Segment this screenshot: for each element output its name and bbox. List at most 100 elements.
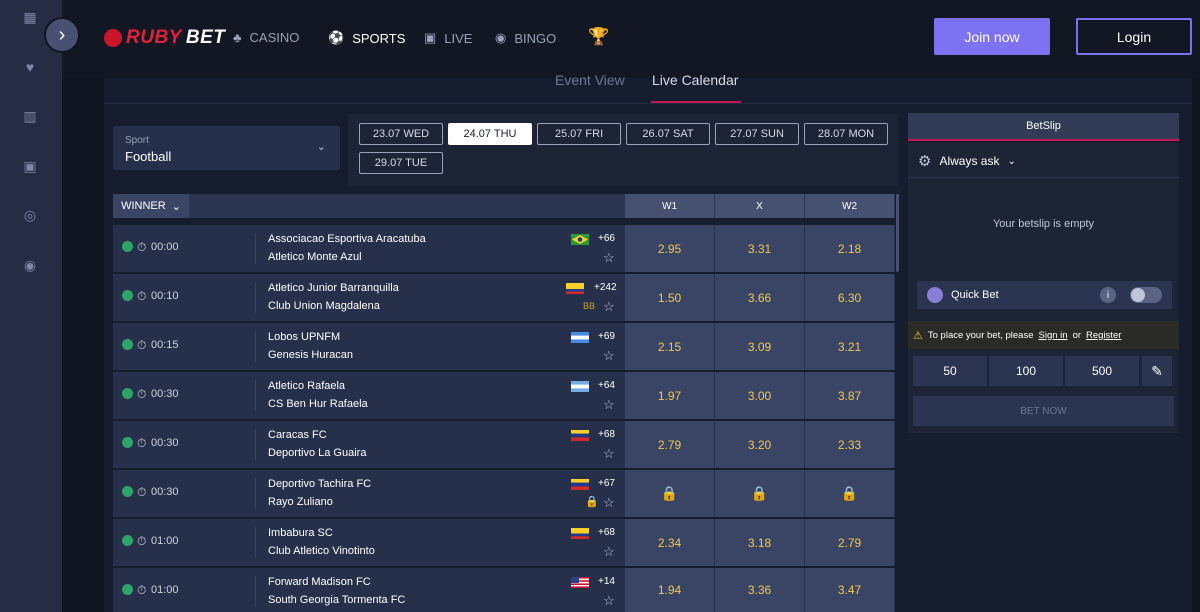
live-icon: ▣ — [424, 30, 437, 45]
table-row[interactable]: ⏱ 00:00 Associacao Esportiva Aracatuba A… — [113, 225, 895, 272]
nav-bingo[interactable]: ◉ BINGO — [495, 30, 556, 46]
away-team: Atletico Monte Azul — [268, 251, 362, 263]
odd-w1[interactable]: 2.34 — [625, 519, 714, 566]
live-icon — [122, 437, 133, 448]
rubybet-logo[interactable]: RUBY BET — [104, 27, 225, 49]
markets-count[interactable]: +69 — [598, 331, 615, 342]
info-icon[interactable]: i — [1100, 287, 1116, 303]
stake-preset-button[interactable]: 500 — [1065, 356, 1139, 386]
date-button[interactable]: 23.07 WED — [359, 123, 443, 145]
markets-count[interactable]: +68 — [598, 429, 615, 440]
login-warning: ⚠ To place your bet, please Sign in or R… — [908, 321, 1179, 349]
grid-icon[interactable]: ▦ — [21, 8, 39, 26]
table-row[interactable]: ⏱ 01:00 Forward Madison FC South Georgia… — [113, 568, 895, 612]
markets-count[interactable]: +66 — [598, 233, 615, 244]
home-team: Imbabura SC — [268, 527, 333, 539]
join-now-button[interactable]: Join now — [934, 18, 1050, 55]
stake-preset-button[interactable]: 100 — [989, 356, 1063, 386]
gift-icon[interactable]: ▣ — [21, 157, 39, 175]
table-row[interactable]: ⏱ 00:30 Atletico Rafaela CS Ben Hur Rafa… — [113, 372, 895, 419]
clock-icon: ⏱ — [137, 387, 147, 401]
odd-w2[interactable]: 6.30 — [805, 274, 894, 321]
casino-chip-icon[interactable]: ▥ — [21, 107, 39, 125]
sign-in-link[interactable]: Sign in — [1039, 330, 1068, 341]
odd-w2[interactable]: 3.47 — [805, 568, 894, 612]
odd-x[interactable]: 3.09 — [715, 323, 804, 370]
table-scrollbar[interactable] — [896, 194, 899, 272]
table-row[interactable]: ⏱ 00:10 Atletico Junior Barranquilla Clu… — [113, 274, 895, 321]
star-icon[interactable]: ☆ — [603, 250, 615, 266]
markets-count[interactable]: +64 — [598, 380, 615, 391]
sidebar-toggle-button[interactable]: › — [44, 17, 80, 53]
odd-w2[interactable]: 2.79 — [805, 519, 894, 566]
table-row[interactable]: ⏱ 00:15 Lobos UPNFM Genesis Huracan +69 … — [113, 323, 895, 370]
odd-x[interactable]: 3.66 — [715, 274, 804, 321]
home-team: Caracas FC — [268, 429, 327, 441]
odd-x[interactable]: 3.36 — [715, 568, 804, 612]
odd-w1[interactable]: 1.94 — [625, 568, 714, 612]
ruby-gem-icon — [104, 29, 122, 47]
odd-w2[interactable]: 2.18 — [805, 225, 894, 272]
star-icon[interactable]: ☆ — [603, 397, 615, 413]
odd-w2[interactable]: 3.21 — [805, 323, 894, 370]
lock-icon: 🔒 — [585, 496, 599, 508]
star-icon[interactable]: ☆ — [603, 544, 615, 560]
date-button[interactable]: 28.07 MON — [804, 123, 888, 145]
odd-x[interactable]: 3.31 — [715, 225, 804, 272]
toggle-knob — [1131, 288, 1145, 302]
nav-live[interactable]: ▣ LIVE — [424, 30, 472, 46]
odd-w1[interactable]: 2.79 — [625, 421, 714, 468]
login-button[interactable]: Login — [1076, 18, 1192, 55]
sport-select[interactable]: Sport Football ⌄ — [113, 126, 340, 170]
markets-count[interactable]: +242 — [594, 282, 617, 293]
markets-count[interactable]: +67 — [598, 478, 615, 489]
star-icon[interactable]: ☆ — [603, 348, 615, 364]
markets-count[interactable]: +68 — [598, 527, 615, 538]
date-button[interactable]: 25.07 FRI — [537, 123, 621, 145]
odd-w1[interactable]: 2.95 — [625, 225, 714, 272]
target-icon[interactable]: ◎ — [21, 206, 39, 224]
nav-casino[interactable]: ♣ CASINO — [233, 30, 299, 45]
star-icon[interactable]: ☆ — [603, 299, 615, 315]
ecuador-flag-icon — [571, 528, 589, 539]
odds-change-select[interactable]: ⚙ Always ask ⌄ — [918, 152, 1016, 170]
register-link[interactable]: Register — [1086, 330, 1121, 341]
clock-icon: ⏱ — [137, 240, 147, 254]
lock-icon: 🔒 — [840, 485, 859, 501]
tab-live-calendar[interactable]: Live Calendar — [652, 72, 738, 88]
stake-preset-button[interactable]: 50 — [913, 356, 987, 386]
table-row[interactable]: ⏱ 00:30 Deportivo Tachira FC Rayo Zulian… — [113, 470, 895, 517]
date-button[interactable]: 29.07 TUE — [359, 152, 443, 174]
column-header-w2: W2 — [805, 194, 894, 218]
date-button[interactable]: 26.07 SAT — [626, 123, 710, 145]
venezuela-flag-icon — [571, 479, 589, 490]
date-button-selected[interactable]: 24.07 THU — [448, 123, 532, 145]
nav-sports[interactable]: ⚽ SPORTS — [328, 30, 405, 46]
argentina-flag-icon — [571, 381, 589, 392]
odd-x[interactable]: 3.20 — [715, 421, 804, 468]
odd-w2[interactable]: 3.87 — [805, 372, 894, 419]
edit-stakes-icon[interactable]: ✎ — [1142, 356, 1172, 386]
trophy-icon[interactable]: 🏆 — [588, 27, 609, 47]
quick-bet-toggle[interactable] — [1130, 287, 1162, 303]
odd-x[interactable]: 3.18 — [715, 519, 804, 566]
odd-w1[interactable]: 2.15 — [625, 323, 714, 370]
markets-count[interactable]: +14 — [598, 576, 615, 587]
star-icon[interactable]: ☆ — [603, 593, 615, 609]
market-select[interactable]: WINNER ⌄ — [113, 194, 189, 218]
table-row[interactable]: ⏱ 01:00 Imbabura SC Club Atletico Vinoti… — [113, 519, 895, 566]
odd-w1[interactable]: 1.97 — [625, 372, 714, 419]
odd-w1[interactable]: 1.50 — [625, 274, 714, 321]
odd-w2[interactable]: 2.33 — [805, 421, 894, 468]
heart-icon[interactable]: ♥ — [21, 58, 39, 76]
chat-icon[interactable]: ◉ — [21, 256, 39, 274]
date-button[interactable]: 27.07 SUN — [715, 123, 799, 145]
odd-x[interactable]: 3.00 — [715, 372, 804, 419]
star-icon[interactable]: ☆ — [603, 446, 615, 462]
tab-event-view[interactable]: Event View — [555, 72, 625, 88]
betslip-title: BetSlip — [908, 113, 1179, 141]
bet-now-button[interactable]: BET NOW — [913, 396, 1174, 426]
bet-builder-badge: BB — [583, 301, 596, 311]
star-icon[interactable]: ☆ — [603, 495, 615, 511]
table-row[interactable]: ⏱ 00:30 Caracas FC Deportivo La Guaira +… — [113, 421, 895, 468]
